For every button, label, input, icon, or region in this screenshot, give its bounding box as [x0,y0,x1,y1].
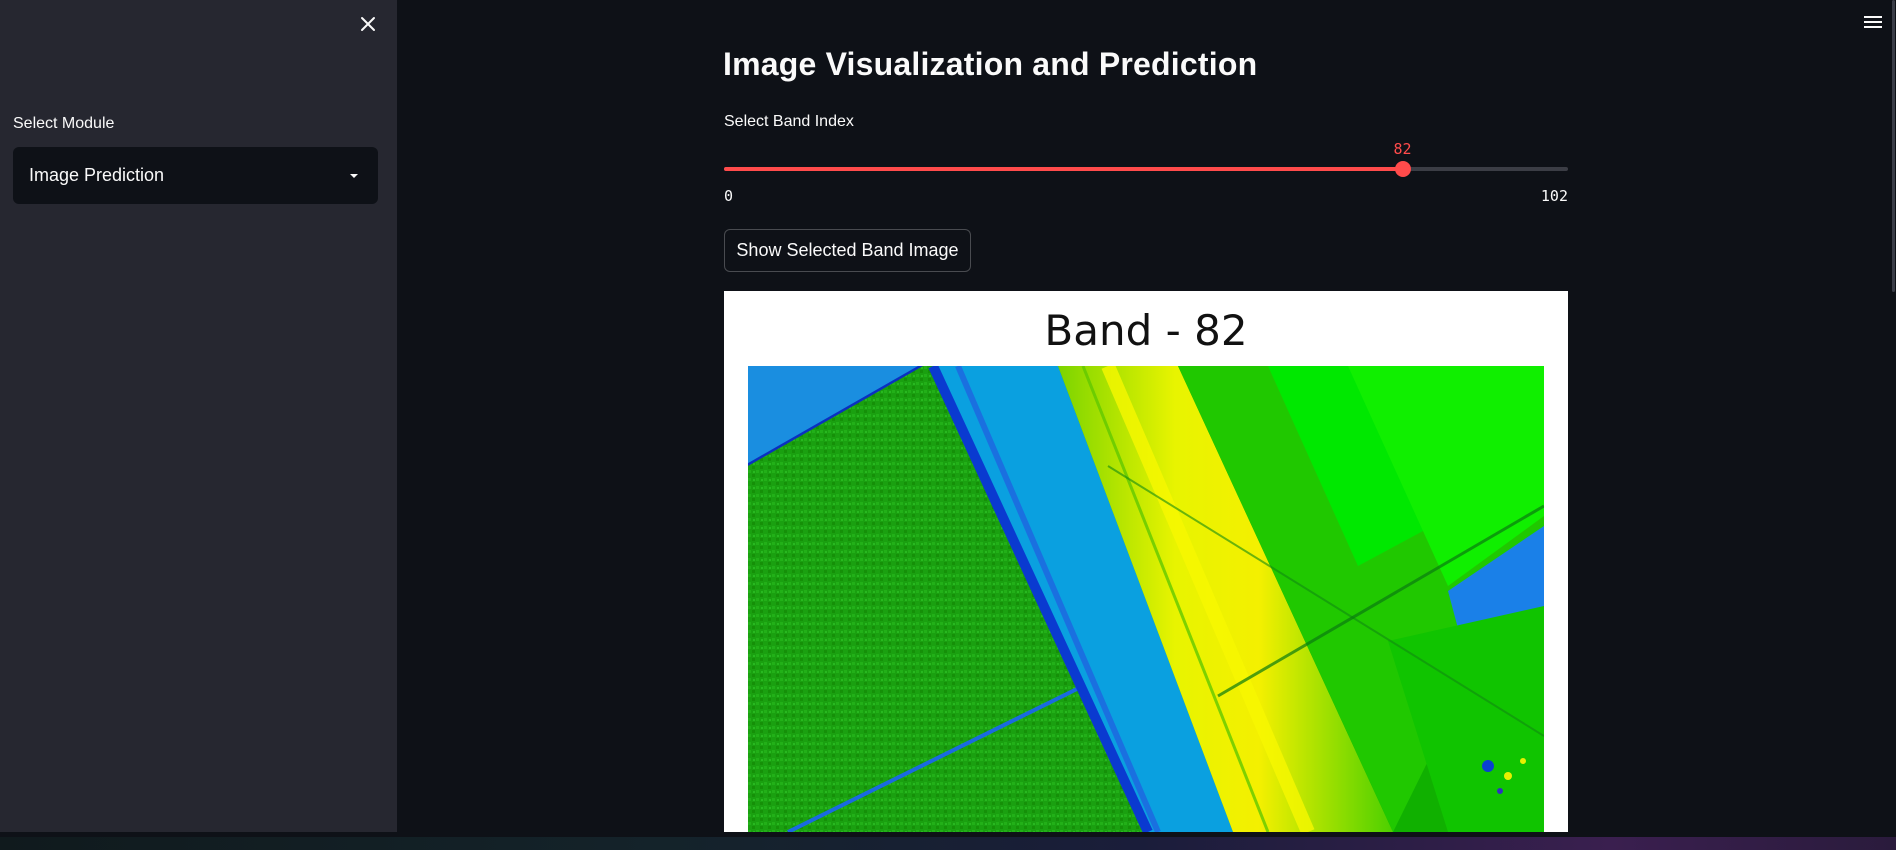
band-slider[interactable] [724,161,1568,177]
figure-title: Band - 82 [1044,306,1248,355]
page-scrollbar[interactable] [1892,0,1895,292]
band-slider-min: 0 [724,187,734,205]
band-slider-thumb[interactable] [1394,161,1411,177]
main-menu-button[interactable] [1862,12,1884,32]
band-slider-label: Select Band Index [724,113,854,130]
band-slider-value: 82 [1393,140,1412,158]
app-root: Select Module Image Prediction Image Vis… [0,0,1896,832]
sidebar: Select Module Image Prediction [0,0,397,832]
page-title: Image Visualization and Prediction [723,46,1258,82]
module-select[interactable]: Image Prediction [13,147,378,204]
band-figure: Band - 82 [724,291,1568,832]
caret-down-icon [350,173,358,178]
close-icon [361,17,375,31]
close-sidebar-button[interactable] [354,10,382,38]
module-select-value: Image Prediction [29,165,165,185]
show-band-image-button[interactable]: Show Selected Band Image [724,229,971,272]
band-slider-max: 102 [1540,187,1568,205]
band-slider-fill [724,167,1403,171]
hamburger-menu-icon [1864,16,1882,28]
select-module-label: Select Module [13,115,115,132]
os-taskbar [0,837,1896,850]
band-image [748,366,1544,832]
